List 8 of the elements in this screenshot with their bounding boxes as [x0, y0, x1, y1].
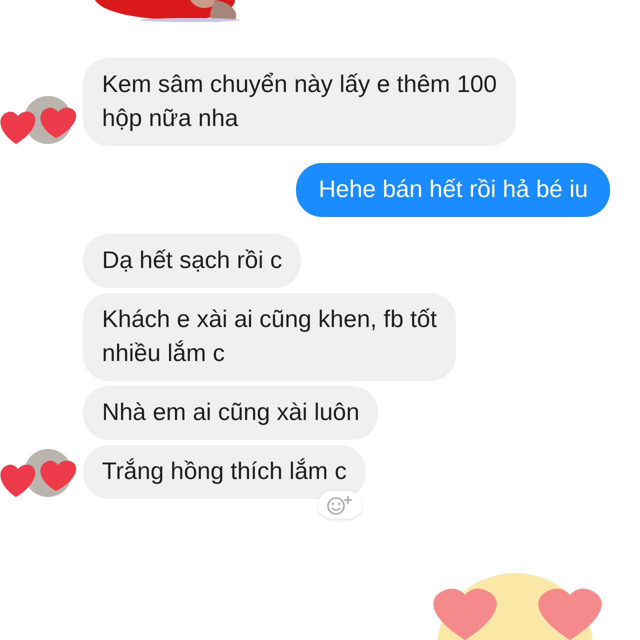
- received-message: Nhà em ai cũng xài luôn: [83, 386, 378, 440]
- add-reaction-button[interactable]: [318, 491, 362, 519]
- received-message: Trắng hồng thích lắm c: [83, 445, 366, 499]
- received-message: Dạ hết sạch rồi c: [83, 234, 302, 288]
- sent-message: Hehe bán hết rồi hả bé iu: [296, 163, 610, 217]
- received-message: Kem sâm chuyển này lấy e thêm 100 hộp nữa nha: [83, 58, 516, 146]
- smiley-plus-icon: [324, 494, 355, 516]
- received-message: Khách e xài ai cũng khen, fb tốt nhiều lắm c: [83, 293, 456, 381]
